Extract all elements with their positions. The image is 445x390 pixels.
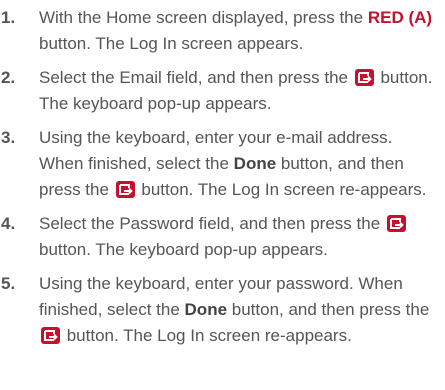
button-name-bold: Done [233, 154, 277, 173]
step-text-segment: Select the Password field, and then pres… [39, 214, 385, 233]
step-text-segment: button. The Log In screen re-appears. [136, 180, 427, 199]
step-number: 1. [1, 8, 16, 27]
step-item: 1. With the Home screen displayed, press … [0, 5, 445, 57]
step-text-segment: button. The keyboard pop-up appears. [39, 240, 328, 259]
step-number: 5. [1, 274, 16, 293]
button-name-bold: Done [184, 300, 228, 319]
step-item: 3. Using the keyboard, enter your e-mail … [0, 125, 445, 203]
step-item: 5. Using the keyboard, enter your passwor… [0, 271, 445, 349]
instruction-steps: 1. With the Home screen displayed, press … [0, 0, 445, 349]
step-text-segment: button. The Log In screen appears. [39, 34, 304, 53]
enter-icon [354, 69, 374, 86]
step-item: 2. Select the Email field, and then press… [0, 65, 445, 117]
step-text: Using the keyboard, enter your password.… [39, 271, 445, 349]
step-number: 3. [1, 128, 16, 147]
step-text-segment: button, and then press the [227, 300, 430, 319]
step-number: 4. [1, 214, 16, 233]
step-text: Select the Email field, and then press t… [39, 65, 445, 117]
step-text-segment: Select the Email field, and then press t… [39, 68, 353, 87]
step-text-segment: button. The Log In screen re-appears. [62, 326, 352, 345]
step-text: With the Home screen displayed, press th… [39, 5, 445, 57]
enter-icon [115, 181, 135, 198]
enter-icon [41, 327, 60, 344]
button-name-red: RED (A) [367, 8, 433, 27]
enter-icon [386, 215, 406, 232]
step-text-segment: With the Home screen displayed, press th… [39, 8, 368, 27]
step-text: Using the keyboard, enter your e-mail ad… [39, 125, 445, 203]
step-number: 2. [1, 68, 16, 87]
step-text: Select the Password field, and then pres… [39, 211, 445, 263]
step-item: 4. Select the Password field, and then pr… [0, 211, 445, 263]
